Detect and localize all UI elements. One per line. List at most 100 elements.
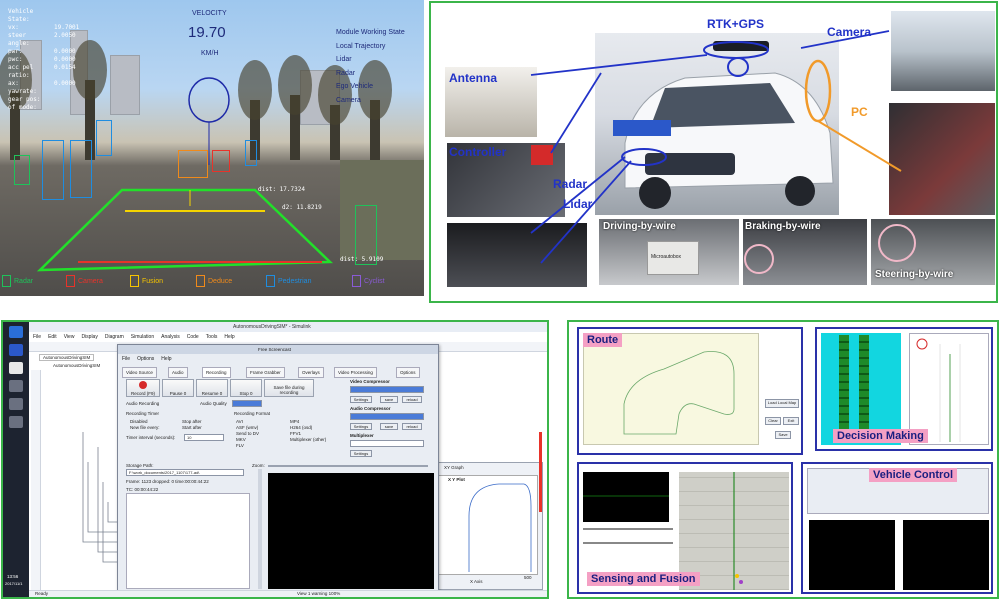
hud-value: 0.0000	[54, 80, 76, 87]
menu-item[interactable]: Diagram	[105, 334, 124, 340]
sensing-fusion-label: Sensing and Fusion	[587, 572, 700, 586]
format-option[interactable]: FFV1	[290, 431, 301, 436]
app-icon[interactable]	[9, 362, 23, 374]
format-option[interactable]: FLV	[236, 443, 244, 448]
hud-label: pwc:	[8, 56, 23, 63]
record-icon	[139, 381, 147, 389]
timer-option-start-after[interactable]: Start after	[182, 425, 202, 430]
module-state-item: Radar	[336, 69, 356, 77]
load-map-button[interactable]: Load Local Map	[765, 399, 799, 408]
save-during-recording-button[interactable]: Save file during recording	[264, 379, 314, 397]
camera-label: Camera	[827, 25, 872, 39]
menu-item[interactable]: Edit	[48, 334, 57, 340]
audio-reload-button[interactable]: reload	[402, 423, 422, 430]
audio-recording-checkbox[interactable]: Audio Recording	[126, 401, 159, 406]
timer-option-new-file[interactable]: New file every:	[130, 425, 160, 430]
dialog-menu-item[interactable]: Options	[137, 356, 154, 362]
tab-overlays[interactable]: Overlays	[298, 367, 324, 378]
velocity-label: VELOCITY	[192, 10, 227, 17]
window-title: AutonomousDrivingSIM* - Simulink	[233, 324, 311, 330]
save-button[interactable]: Save	[775, 431, 791, 439]
video-compressor-select[interactable]	[350, 386, 424, 393]
x-tick-label: 500	[524, 575, 532, 580]
legend-label: Fusion	[142, 277, 164, 285]
video-compressor-label: Video Compressor	[350, 379, 390, 384]
legend-swatch	[130, 275, 139, 287]
sensing-slider[interactable]	[583, 542, 673, 544]
menu-item[interactable]: Display	[81, 334, 97, 340]
app-icon[interactable]	[9, 380, 23, 392]
multiplexer-settings-button[interactable]: Settings	[350, 450, 372, 457]
format-option[interactable]: AVI	[236, 419, 243, 424]
timer-option-disabled[interactable]: Disabled	[130, 419, 148, 424]
video-settings-button[interactable]: Settings	[350, 396, 372, 403]
lidar-label: Lidar	[563, 197, 593, 211]
module-state-item: Local Trajectory	[336, 42, 386, 50]
clear-button[interactable]: Clear	[765, 417, 781, 425]
frame-info: Frame: 1123 dropped: 0 time:00:00:44:22	[126, 479, 209, 484]
breadcrumb[interactable]: AutonomousDrivingSIM	[53, 363, 100, 368]
hud-value: 0.0000	[54, 56, 76, 63]
app-icon[interactable]	[9, 416, 23, 428]
route-module: Load Local Map Clear Exit Save Route	[577, 327, 803, 455]
legend-item: Radar	[2, 274, 33, 288]
scroll-indicator[interactable]	[539, 432, 542, 512]
pause-button[interactable]: Pause 0	[162, 379, 194, 397]
audio-quality-select[interactable]	[232, 400, 262, 407]
sensing-slider[interactable]	[583, 528, 673, 530]
dialog-menu-item[interactable]: Help	[161, 356, 171, 362]
legend-item: Pedestrian	[266, 274, 311, 288]
format-option[interactable]: MP4	[290, 419, 299, 424]
word-icon[interactable]	[9, 344, 23, 356]
dialog-menu-item[interactable]: File	[122, 356, 130, 362]
format-option[interactable]: ASF (wmv)	[236, 425, 258, 430]
timer-interval-label: Timer interval (seconds):	[126, 435, 176, 440]
multiplexer-select[interactable]	[350, 440, 424, 447]
annotation-lines	[530, 30, 916, 274]
timer-interval-input[interactable]: 10	[184, 434, 224, 441]
format-option[interactable]: Multiplexer (other)	[290, 437, 326, 442]
sensing-fusion-module: Sensing and Fusion	[577, 462, 793, 594]
route-path	[623, 351, 735, 435]
resume-button[interactable]: Resume 0	[196, 379, 228, 397]
tab-recording[interactable]: Recording	[202, 367, 231, 378]
xy-plot-area	[438, 475, 538, 575]
timer-option-stop-after[interactable]: Stop after	[182, 419, 202, 424]
tab-video-source[interactable]: Video Source	[122, 367, 157, 378]
audio-compressor-select[interactable]	[350, 413, 424, 420]
tab-options[interactable]: Options	[396, 367, 420, 378]
app-icon[interactable]	[9, 398, 23, 410]
storage-path-input[interactable]: F:\work_documents\2017_1107\177-ad\	[126, 469, 244, 476]
menu-item[interactable]: Tools	[206, 334, 218, 340]
tab-frame-grabber[interactable]: Frame Grabber	[246, 367, 285, 378]
tab-video-processing[interactable]: Video Processing	[334, 367, 377, 378]
vehicle-hardware-panel: Microautobox RTK+GPS Camera Antenna PC C…	[429, 1, 998, 303]
module-working-state: Module Working State Local Trajectory Li…	[336, 26, 405, 107]
menu-item[interactable]: File	[33, 334, 41, 340]
stop-button[interactable]: Stop 0	[230, 379, 262, 397]
menu-item[interactable]: View	[64, 334, 75, 340]
vertical-slider[interactable]	[258, 469, 262, 589]
menu-item[interactable]: Help	[224, 334, 234, 340]
exit-button[interactable]: Exit	[783, 417, 799, 425]
menu-item[interactable]: Simulation	[131, 334, 154, 340]
tab-audio[interactable]: Audio	[168, 367, 188, 378]
audio-settings-button[interactable]: Settings	[350, 423, 372, 430]
video-reload-button[interactable]: reload	[402, 396, 422, 403]
format-option[interactable]: H264 (osd)	[290, 425, 312, 430]
xy-plot-curve	[468, 483, 532, 572]
menu-bar: File Edit View Display Diagram Simulatio…	[33, 334, 235, 340]
menu-item[interactable]: Analysis	[161, 334, 180, 340]
radar-label: Radar	[553, 177, 588, 191]
start-icon[interactable]	[9, 326, 23, 338]
legend-item: Camera	[66, 274, 103, 288]
audio-save-button[interactable]: save	[380, 423, 398, 430]
model-tab[interactable]: AutonomousDrivingSIM	[39, 354, 95, 361]
format-option[interactable]: MKV	[236, 437, 246, 442]
legend-swatch	[66, 275, 75, 287]
video-save-button[interactable]: save	[380, 396, 398, 403]
radar-box	[14, 155, 30, 185]
menu-item[interactable]: Code	[187, 334, 199, 340]
format-option[interactable]: Send to DV	[236, 431, 259, 436]
zoom-slider[interactable]	[268, 465, 428, 467]
